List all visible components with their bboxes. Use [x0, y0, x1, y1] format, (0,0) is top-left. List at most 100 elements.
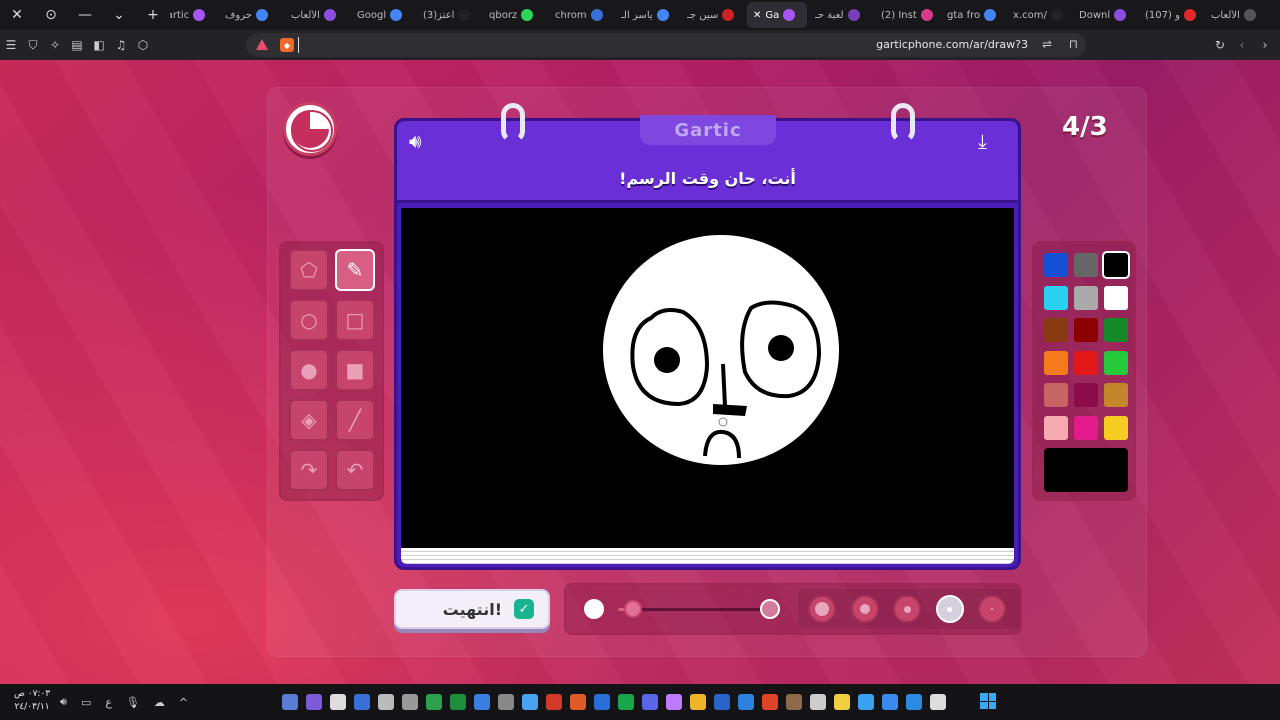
- taskbar-app-icon[interactable]: [330, 694, 346, 710]
- color-swatch[interactable]: [1104, 415, 1128, 440]
- forward-icon[interactable]: ›: [1254, 30, 1276, 60]
- taskbar-app-icon[interactable]: [474, 694, 490, 710]
- taskbar-app-icon[interactable]: [570, 694, 586, 710]
- taskbar-app-icon[interactable]: [834, 694, 850, 710]
- browser-tab[interactable]: (3)اعتز: [417, 2, 481, 28]
- undo-tool-button[interactable]: ↶: [335, 449, 375, 491]
- fill-bucket-tool-button[interactable]: ◈: [289, 399, 329, 441]
- taskbar-app-icon[interactable]: [546, 694, 562, 710]
- size-slider-handle[interactable]: [624, 600, 642, 618]
- tab-search-icon[interactable]: ⊙: [34, 0, 68, 30]
- browser-tab[interactable]: (2) Inst: [875, 2, 939, 28]
- taskbar-app-icon[interactable]: [594, 694, 610, 710]
- color-swatch[interactable]: [1104, 318, 1128, 342]
- redo-tool-button[interactable]: ↷: [289, 449, 329, 491]
- brush-size-option[interactable]: [893, 595, 921, 623]
- browser-tab[interactable]: Googl: [351, 2, 415, 28]
- bookmark-icon[interactable]: ⊓: [1069, 37, 1078, 51]
- taskbar-app-icon[interactable]: [762, 694, 778, 710]
- brave-rewards-icon[interactable]: [256, 39, 268, 50]
- color-swatch[interactable]: [1044, 285, 1068, 310]
- ellipse-fill-tool-button[interactable]: ●: [289, 349, 329, 391]
- taskbar-app-icon[interactable]: [354, 694, 370, 710]
- ellipse-outline-tool-button[interactable]: ○: [289, 299, 329, 341]
- color-swatch[interactable]: [1074, 285, 1098, 310]
- drawing-canvas[interactable]: [401, 208, 1014, 548]
- color-swatch[interactable]: [1104, 253, 1128, 277]
- tab-close-icon[interactable]: ✕: [753, 10, 761, 21]
- rectangle-fill-tool-button[interactable]: ■: [335, 349, 375, 391]
- browser-tab[interactable]: الألعاب: [1205, 2, 1269, 28]
- browser-tab[interactable]: لعبة حـ: [809, 2, 873, 28]
- taskbar-app-icon[interactable]: [618, 694, 634, 710]
- browser-tab[interactable]: الألعاب: [285, 2, 349, 28]
- color-swatch[interactable]: [1074, 253, 1098, 277]
- brush-size-option[interactable]: [935, 595, 964, 623]
- taskbar-app-icon[interactable]: [426, 694, 442, 710]
- share-icon[interactable]: ⇌: [1042, 37, 1052, 51]
- taskbar-app-icon[interactable]: [882, 694, 898, 710]
- brave-shields-icon[interactable]: ◆: [280, 38, 294, 52]
- reload-icon[interactable]: ↻: [1209, 30, 1231, 60]
- taskbar-app-icon[interactable]: [714, 694, 730, 710]
- color-swatch[interactable]: [1074, 318, 1098, 342]
- back-icon[interactable]: ‹: [1231, 30, 1253, 60]
- sidebar-icon[interactable]: ◧: [88, 30, 110, 60]
- color-swatch[interactable]: [1044, 318, 1068, 342]
- browser-tab[interactable]: gta fro: [941, 2, 1005, 28]
- browser-tab[interactable]: حروف: [219, 2, 283, 28]
- color-swatch[interactable]: [1104, 383, 1128, 407]
- download-icon[interactable]: ⤓: [978, 129, 1006, 155]
- taskbar-app-icon[interactable]: [306, 694, 322, 710]
- taskbar-app-icon[interactable]: [906, 694, 922, 710]
- extension-puzzle-icon[interactable]: ✧: [44, 30, 66, 60]
- microphone-icon[interactable]: 🎙︎: [126, 696, 140, 709]
- taskbar-app-icon[interactable]: [930, 694, 946, 710]
- windows-start-icon[interactable]: [980, 693, 996, 709]
- volume-icon[interactable]: 🔊︎: [60, 695, 67, 709]
- battery-icon[interactable]: ▭: [81, 696, 91, 709]
- reader-mode-icon[interactable]: ▤: [66, 30, 88, 60]
- done-button[interactable]: انتهيت! ✓: [394, 589, 550, 629]
- color-swatch[interactable]: [1074, 383, 1098, 407]
- onedrive-icon[interactable]: ☁: [154, 696, 165, 709]
- brush-size-option[interactable]: [808, 595, 836, 623]
- line-tool-button[interactable]: ╱: [335, 399, 375, 441]
- color-swatch[interactable]: [1104, 350, 1128, 375]
- taskbar-app-icon[interactable]: [786, 694, 802, 710]
- shield-icon[interactable]: ⛉: [22, 30, 44, 60]
- menu-icon[interactable]: ☰: [0, 30, 22, 60]
- color-swatch[interactable]: [1074, 415, 1098, 440]
- new-tab-button[interactable]: +: [136, 0, 170, 30]
- color-swatch[interactable]: [1044, 350, 1068, 375]
- url-text[interactable]: garticphone.com/ar/draw?3: [876, 38, 1028, 51]
- language-indicator[interactable]: ع: [105, 696, 112, 709]
- browser-tab[interactable]: Gartic: [170, 2, 217, 28]
- rectangle-outline-tool-button[interactable]: □: [335, 299, 375, 341]
- eraser-tool-button[interactable]: ⬠: [289, 249, 329, 291]
- browser-tab[interactable]: chrom: [549, 2, 613, 28]
- taskbar-app-icon[interactable]: [402, 694, 418, 710]
- speaker-icon[interactable]: 🔊︎: [409, 129, 439, 155]
- taskbar-app-icon[interactable]: [738, 694, 754, 710]
- taskbar-app-icon[interactable]: [810, 694, 826, 710]
- taskbar-app-icon[interactable]: [282, 694, 298, 710]
- browser-tab[interactable]: ✕ Ga: [747, 2, 807, 28]
- taskbar-app-icon[interactable]: [666, 694, 682, 710]
- taskbar-app-icon[interactable]: [522, 694, 538, 710]
- brush-size-option[interactable]: [850, 595, 879, 623]
- color-swatch[interactable]: [1104, 285, 1128, 310]
- color-swatch[interactable]: [1044, 383, 1068, 407]
- tray-overflow-chevron-icon[interactable]: ^: [179, 696, 188, 709]
- browser-tab[interactable]: (107) و: [1139, 2, 1203, 28]
- extensions-icon[interactable]: ⬡: [132, 30, 154, 60]
- color-swatch[interactable]: [1074, 350, 1098, 375]
- music-icon[interactable]: ♫: [110, 30, 132, 60]
- taskbar-app-icon[interactable]: [690, 694, 706, 710]
- clock[interactable]: ٠٧:٠٣ ص ٢٤/٠٣/١١: [14, 688, 50, 714]
- tab-list-chevron-icon[interactable]: ⌄: [102, 0, 136, 30]
- browser-tab[interactable]: ياسر الـ: [615, 2, 679, 28]
- address-bar[interactable]: ◆ garticphone.com/ar/draw?3 ⇌ ⊓: [246, 33, 1086, 57]
- browser-tab[interactable]: qborz: [483, 2, 547, 28]
- browser-tab[interactable]: Downl: [1073, 2, 1137, 28]
